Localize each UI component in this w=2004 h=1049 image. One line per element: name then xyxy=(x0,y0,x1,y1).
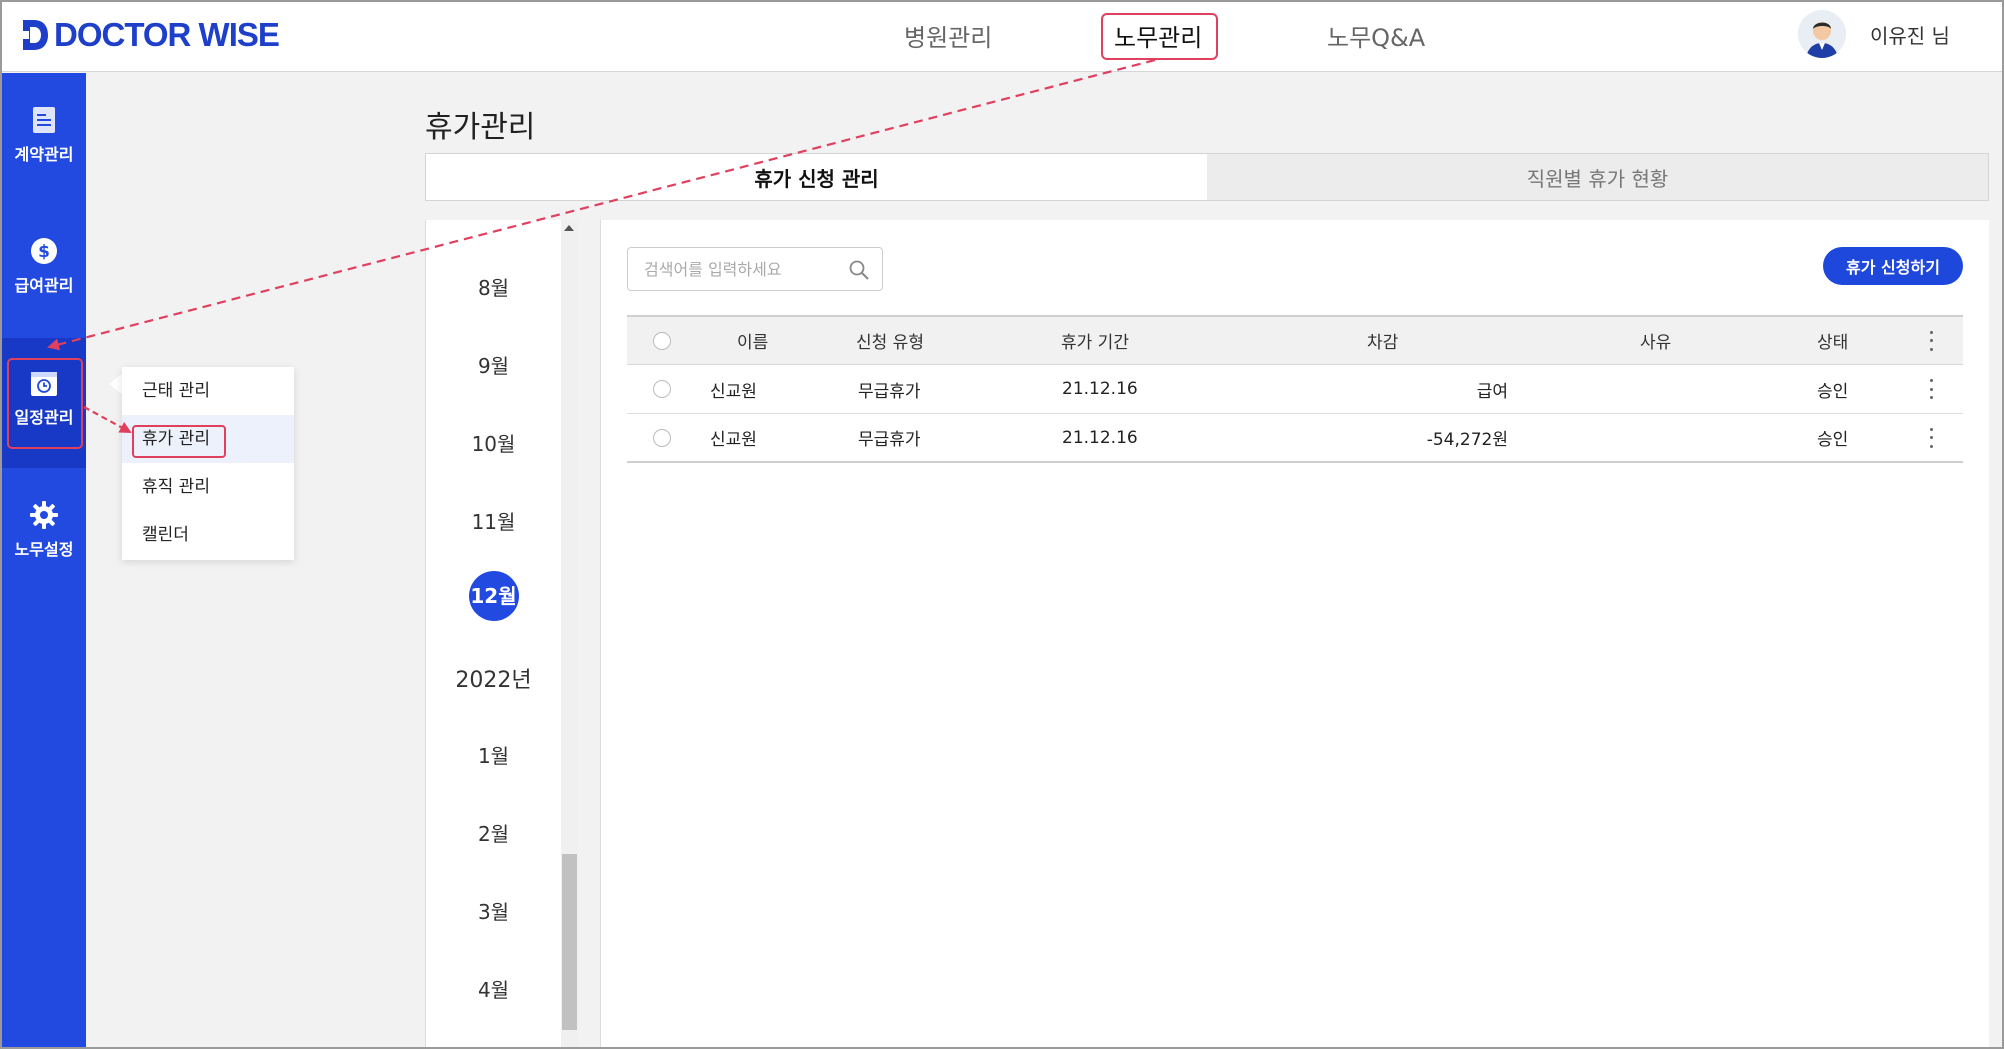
scroll-up-arrow-icon[interactable] xyxy=(564,225,574,231)
sidebar-item-contract[interactable]: 계약관리 xyxy=(2,105,86,165)
logo-text: DOCTOR WISE xyxy=(54,16,280,53)
year-label: 2022년 xyxy=(455,668,532,693)
cell-period: 21.12.16 xyxy=(1062,427,1138,448)
submenu-pointer xyxy=(109,374,122,394)
sidebar-item-label: 급여관리 xyxy=(14,276,74,295)
row-radio[interactable] xyxy=(653,414,671,461)
nav-highlight-box xyxy=(1101,13,1218,60)
cell-status: 승인 xyxy=(1817,381,1849,402)
submenu-highlight-box xyxy=(132,425,226,458)
table-row[interactable]: 신교원 무급휴가 21.12.16 -54,272원 승인 xyxy=(627,414,1963,463)
column-header: 이름 xyxy=(737,333,769,353)
month-item-selected[interactable]: 12월 xyxy=(426,571,561,621)
dollar-coin-icon: $ xyxy=(31,238,57,264)
scroll-thumb[interactable] xyxy=(562,854,577,1030)
cell-type: 무급휴가 xyxy=(858,430,921,450)
nav-hospital-management[interactable]: 병원관리 xyxy=(904,18,992,53)
month-item[interactable]: 11월 xyxy=(426,506,561,535)
month-item[interactable]: 1월 xyxy=(426,740,561,769)
tab-bar: 휴가 신청 관리 직원별 휴가 현황 xyxy=(425,153,1989,201)
tab-vacation-requests[interactable]: 휴가 신청 관리 xyxy=(426,154,1207,200)
column-header: 사유 xyxy=(1640,333,1672,353)
kebab-menu-icon xyxy=(1929,330,1933,351)
month-item[interactable]: 4월 xyxy=(426,974,561,1003)
submenu-item-attendance[interactable]: 근태 관리 xyxy=(122,367,294,415)
nav-labor-qa[interactable]: 노무Q&A xyxy=(1327,18,1425,53)
vacation-table: 이름 신청 유형 휴가 기간 차감 사유 상태 신교원 무급휴가 21.12.1… xyxy=(627,315,1963,463)
cell-deduction: -54,272원 xyxy=(1426,430,1508,450)
month-list: 8월 9월 10월 11월 12월 2022년 1월 2월 3월 4월 xyxy=(425,220,578,1047)
logo[interactable]: DOCTOR WISE xyxy=(20,16,280,54)
search-box xyxy=(627,247,883,291)
kebab-menu-icon xyxy=(1929,427,1933,448)
sidebar-item-payroll[interactable]: $ 급여관리 xyxy=(2,236,86,296)
sidebar-item-label: 계약관리 xyxy=(14,145,74,164)
avatar xyxy=(1798,10,1846,58)
search-icon[interactable] xyxy=(848,259,870,281)
top-header: DOCTOR WISE 병원관리 노무관리 노무Q&A 이유진 님 xyxy=(2,2,2002,72)
cell-period: 21.12.16 xyxy=(1062,379,1138,399)
cell-deduction: 급여 xyxy=(1476,381,1508,402)
app-window: DOCTOR WISE 병원관리 노무관리 노무Q&A 이유진 님 계약관리 $… xyxy=(0,0,2004,1049)
column-header: 상태 xyxy=(1817,333,1849,353)
month-item[interactable]: 10월 xyxy=(426,428,561,457)
logo-d-icon xyxy=(23,20,48,50)
month-item[interactable]: 2월 xyxy=(426,818,561,847)
apply-vacation-button[interactable]: 휴가 신청하기 xyxy=(1823,247,1963,285)
sidebar-item-label: 노무설정 xyxy=(14,540,74,559)
user-name: 이유진 님 xyxy=(1870,23,1950,48)
cell-name: 신교원 xyxy=(710,430,757,450)
page-title: 휴가관리 xyxy=(425,110,536,145)
month-item[interactable]: 8월 xyxy=(426,272,561,301)
selected-month-label: 12월 xyxy=(468,571,519,621)
row-options-menu[interactable] xyxy=(1929,414,1933,461)
gear-icon xyxy=(30,501,58,529)
cell-status: 승인 xyxy=(1817,430,1849,450)
sidebar-item-labor-settings[interactable]: 노무설정 xyxy=(2,500,86,560)
table-header: 이름 신청 유형 휴가 기간 차감 사유 상태 xyxy=(627,315,1963,365)
submenu-item-calendar[interactable]: 캘린더 xyxy=(122,511,294,559)
column-options-menu[interactable] xyxy=(1929,317,1933,364)
month-item[interactable]: 3월 xyxy=(426,896,561,925)
cell-name: 신교원 xyxy=(710,381,757,402)
vacation-request-panel: 휴가 신청하기 이름 신청 유형 휴가 기간 차감 사유 상태 신교원 무급휴가… xyxy=(600,220,1989,1047)
column-header: 차감 xyxy=(1367,333,1399,353)
document-icon xyxy=(33,107,55,133)
column-header: 휴가 기간 xyxy=(1061,333,1129,353)
month-scrollbar[interactable] xyxy=(561,220,578,1047)
select-all-radio[interactable] xyxy=(653,317,671,364)
schedule-submenu: 근태 관리 휴가 관리 휴직 관리 캘린더 xyxy=(122,367,294,560)
row-options-menu[interactable] xyxy=(1929,365,1933,413)
user-menu[interactable]: 이유진 님 xyxy=(1798,10,1950,58)
row-radio[interactable] xyxy=(653,365,671,413)
sidebar-highlight-box xyxy=(7,358,83,449)
column-header: 신청 유형 xyxy=(856,333,924,353)
month-item[interactable]: 9월 xyxy=(426,350,561,379)
svg-text:$: $ xyxy=(38,242,50,262)
kebab-menu-icon xyxy=(1929,379,1933,399)
sidebar: 계약관리 $ 급여관리 일정관리 노무설정 xyxy=(2,73,86,1047)
submenu-item-leave[interactable]: 휴직 관리 xyxy=(122,463,294,511)
cell-type: 무급휴가 xyxy=(858,381,921,402)
search-input[interactable] xyxy=(628,248,882,290)
avatar-person-icon xyxy=(1798,10,1846,58)
tab-employee-vacation-status[interactable]: 직원별 휴가 현황 xyxy=(1207,154,1988,200)
table-row[interactable]: 신교원 무급휴가 21.12.16 급여 승인 xyxy=(627,365,1963,414)
